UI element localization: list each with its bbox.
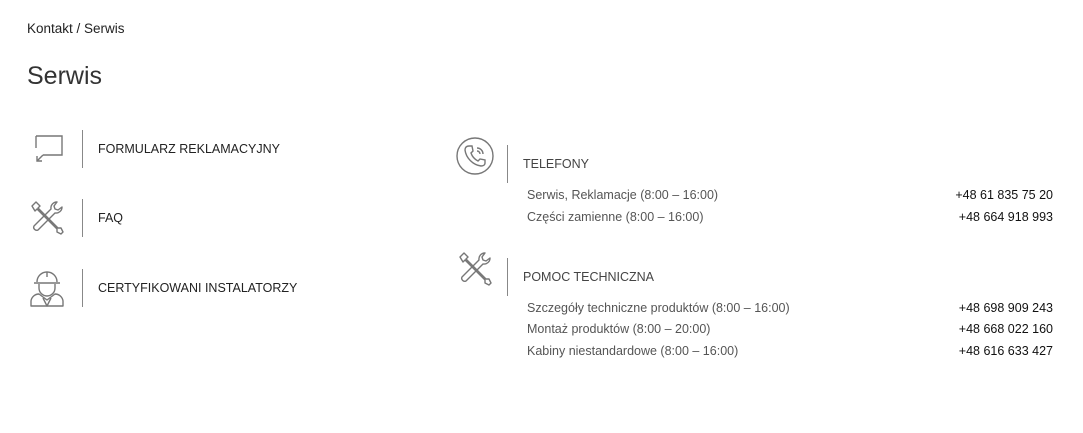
list-item: Szczegóły techniczne produktów (8:00 – 1… (527, 301, 1053, 315)
divider (82, 269, 83, 307)
breadcrumb-link-kontakt[interactable]: Kontakt (27, 21, 73, 36)
divider (82, 199, 83, 237)
link-label: FAQ (98, 211, 124, 225)
contact-description: Montaż produktów (8:00 – 20:00) (527, 322, 711, 336)
phone-link[interactable]: +48 61 835 75 20 (955, 188, 1053, 202)
phone-link[interactable]: +48 668 022 160 (959, 322, 1053, 336)
divider (507, 145, 508, 183)
link-label: CERTYFIKOWANI INSTALATORZY (98, 281, 298, 295)
contact-description: Szczegóły techniczne produktów (8:00 – 1… (527, 301, 790, 315)
divider (82, 130, 83, 168)
section-telefony-header: TELEFONY (454, 129, 589, 183)
list-item: Części zamienne (8:00 – 16:00) +48 664 9… (527, 210, 1053, 224)
tools-icon (454, 248, 496, 290)
page-title: Serwis (27, 62, 103, 90)
section-title: TELEFONY (523, 157, 589, 171)
reply-icon (27, 129, 67, 169)
link-formularz-reklamacyjny[interactable]: FORMULARZ REKLAMACYJNY (27, 129, 280, 169)
list-item: Kabiny niestandardowe (8:00 – 16:00) +48… (527, 344, 1053, 358)
list-item: Montaż produktów (8:00 – 20:00) +48 668 … (527, 322, 1053, 336)
section-title: POMOC TECHNICZNA (523, 270, 655, 284)
breadcrumb-separator: / (72, 21, 85, 36)
breadcrumb-current: Serwis (84, 21, 125, 36)
section-pomoc-techniczna-header: POMOC TECHNICZNA (454, 242, 654, 296)
link-certyfikowani-instalatorzy[interactable]: CERTYFIKOWANI INSTALATORZY (27, 268, 297, 308)
breadcrumb: Kontakt / Serwis (27, 21, 125, 36)
phone-link[interactable]: +48 664 918 993 (959, 210, 1053, 224)
tools-icon (27, 198, 67, 238)
link-faq[interactable]: FAQ (27, 198, 123, 238)
divider (507, 258, 508, 296)
contact-description: Kabiny niestandardowe (8:00 – 16:00) (527, 344, 739, 358)
installer-icon (27, 268, 67, 308)
contact-description: Serwis, Reklamacje (8:00 – 16:00) (527, 188, 719, 202)
contact-description: Części zamienne (8:00 – 16:00) (527, 210, 704, 224)
list-item: Serwis, Reklamacje (8:00 – 16:00) +48 61… (527, 188, 1053, 202)
phone-link[interactable]: +48 698 909 243 (959, 301, 1053, 315)
link-label: FORMULARZ REKLAMACYJNY (98, 142, 280, 156)
phone-link[interactable]: +48 616 633 427 (959, 344, 1053, 358)
phone-icon (454, 135, 496, 177)
